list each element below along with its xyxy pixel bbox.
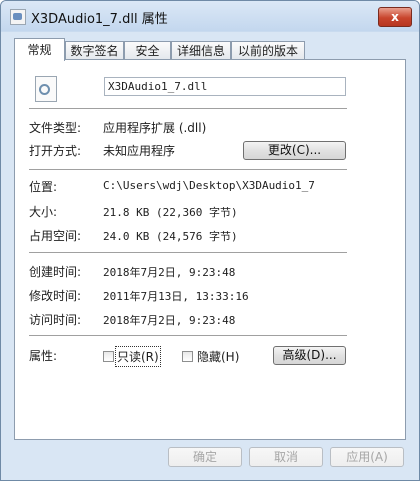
location-label: 位置: xyxy=(29,180,58,194)
file-name-field[interactable]: X3DAudio1_7.dll xyxy=(104,77,346,96)
ok-button[interactable]: 确定 xyxy=(168,447,242,467)
tab-digital-signatures[interactable]: 数字签名 xyxy=(65,41,124,60)
close-button[interactable]: x xyxy=(378,7,412,27)
size-on-disk-value: 24.0 KB (24,576 字节) xyxy=(103,230,238,243)
accessed-value: 2018年7月2日, 9:23:48 xyxy=(103,314,236,327)
created-value: 2018年7月2日, 9:23:48 xyxy=(103,266,236,279)
separator xyxy=(29,108,347,109)
file-type-label: 文件类型: xyxy=(29,121,82,135)
separator xyxy=(29,169,347,170)
created-label: 创建时间: xyxy=(29,265,82,279)
separator xyxy=(29,335,347,336)
open-with-label: 打开方式: xyxy=(29,144,82,158)
readonly-label[interactable]: 只读(R) xyxy=(115,346,161,367)
attributes-label: 属性: xyxy=(29,349,58,363)
file-type-value: 应用程序扩展 (.dll) xyxy=(103,121,207,135)
cancel-button[interactable]: 取消 xyxy=(249,447,323,467)
separator xyxy=(29,252,347,253)
size-label: 大小: xyxy=(29,205,58,219)
general-panel: X3DAudio1_7.dll 文件类型: 应用程序扩展 (.dll) 打开方式… xyxy=(14,59,406,440)
size-on-disk-label: 占用空间: xyxy=(29,229,82,243)
tab-security[interactable]: 安全 xyxy=(124,41,171,60)
window-title: X3DAudio1_7.dll 属性 xyxy=(31,12,168,27)
dll-file-icon xyxy=(35,76,57,102)
open-with-value: 未知应用程序 xyxy=(103,144,176,158)
hidden-label[interactable]: 隐藏(H) xyxy=(197,348,239,365)
modified-value: 2011年7月13日, 13:33:16 xyxy=(103,290,249,303)
tab-general[interactable]: 常规 xyxy=(14,38,65,61)
dll-file-icon xyxy=(10,9,26,25)
hidden-checkbox[interactable] xyxy=(182,351,193,362)
advanced-button[interactable]: 高级(D)... xyxy=(273,346,346,365)
title-bar: X3DAudio1_7.dll 属性 x xyxy=(1,1,419,31)
size-value: 21.8 KB (22,360 字节) xyxy=(103,206,238,219)
change-button[interactable]: 更改(C)... xyxy=(243,141,346,160)
tab-details[interactable]: 详细信息 xyxy=(171,41,231,60)
properties-window: X3DAudio1_7.dll 属性 x 常规 数字签名 安全 详细信息 以前的… xyxy=(0,0,420,481)
location-value: C:\Users\wdj\Desktop\X3DAudio1_7 xyxy=(103,179,315,192)
apply-button[interactable]: 应用(A) xyxy=(330,447,404,467)
accessed-label: 访问时间: xyxy=(29,313,82,327)
tab-previous-versions[interactable]: 以前的版本 xyxy=(231,41,305,60)
readonly-checkbox[interactable] xyxy=(103,351,114,362)
modified-label: 修改时间: xyxy=(29,289,82,303)
